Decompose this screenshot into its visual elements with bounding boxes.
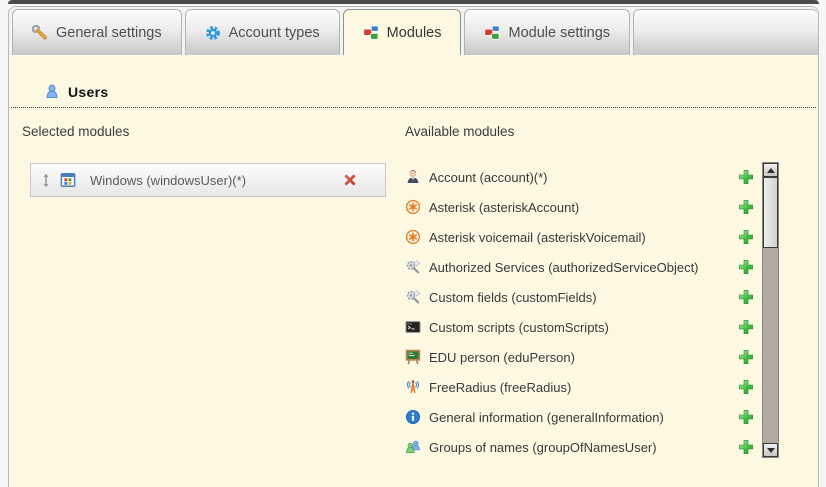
scrollbar-thumb[interactable]	[763, 177, 778, 248]
module-label: FreeRadius (freeRadius)	[429, 380, 738, 395]
blackboard-icon	[405, 349, 421, 365]
scrollbar-up-button[interactable]	[763, 163, 778, 177]
available-module-row: Groups of names (groupOfNamesUser)	[405, 432, 754, 462]
available-modules-list: Account (account)(*) Asterisk (asteriskA…	[405, 162, 754, 462]
available-module-row: Account (account)(*)	[405, 162, 754, 192]
section-divider	[11, 107, 816, 108]
scrollbar-down-button[interactable]	[763, 443, 778, 457]
tab-label: Modules	[387, 25, 442, 41]
sort-handle-icon[interactable]	[40, 173, 52, 188]
available-module-row: Asterisk voicemail (asteriskVoicemail)	[405, 222, 754, 252]
tab-general-settings[interactable]: General settings	[12, 9, 182, 55]
add-module-button[interactable]	[738, 169, 754, 185]
arrow-down-icon	[767, 448, 775, 453]
remove-module-button[interactable]	[342, 172, 358, 188]
module-label: Account (account)(*)	[429, 170, 738, 185]
terminal-icon	[405, 319, 421, 335]
selected-module-row: Windows (windowsUser)(*)	[30, 163, 386, 197]
tab-label: Module settings	[508, 25, 610, 41]
services-icon	[405, 259, 421, 275]
available-module-row: Custom fields (customFields)	[405, 282, 754, 312]
module-label: Groups of names (groupOfNamesUser)	[429, 440, 738, 455]
add-icon	[738, 229, 754, 245]
add-icon	[738, 169, 754, 185]
available-module-row: EDU person (eduPerson)	[405, 342, 754, 372]
gear-icon	[205, 25, 221, 41]
arrow-up-icon	[767, 168, 775, 173]
available-module-row: Custom scripts (customScripts)	[405, 312, 754, 342]
tab-label: General settings	[56, 25, 162, 41]
module-label: Custom scripts (customScripts)	[429, 320, 738, 335]
available-module-row: FreeRadius (freeRadius)	[405, 372, 754, 402]
section-title: Users	[68, 84, 108, 100]
group-icon	[405, 439, 421, 455]
asterisk-icon	[405, 229, 421, 245]
account-icon	[405, 169, 421, 185]
module-label: Authorized Services (authorizedServiceOb…	[429, 260, 738, 275]
antenna-icon	[405, 379, 421, 395]
available-modules-label: Available modules	[405, 124, 514, 139]
tab-account-types[interactable]: Account types	[185, 9, 340, 55]
module-label: Asterisk voicemail (asteriskVoicemail)	[429, 230, 738, 245]
add-icon	[738, 199, 754, 215]
section-header-users: Users	[44, 84, 108, 100]
tab-bar: General settings Account types Modules M…	[9, 7, 818, 55]
module-label: Asterisk (asteriskAccount)	[429, 200, 738, 215]
delete-icon	[342, 172, 358, 188]
user-icon	[44, 84, 60, 100]
add-icon	[738, 349, 754, 365]
module-label: EDU person (eduPerson)	[429, 350, 738, 365]
add-module-button[interactable]	[738, 229, 754, 245]
add-module-button[interactable]	[738, 259, 754, 275]
available-module-row: Asterisk (asteriskAccount)	[405, 192, 754, 222]
tab-modules[interactable]: Modules	[343, 9, 462, 55]
tab-bar-filler	[633, 9, 818, 55]
add-icon	[738, 439, 754, 455]
add-module-button[interactable]	[738, 379, 754, 395]
add-icon	[738, 319, 754, 335]
add-icon	[738, 259, 754, 275]
windows-icon	[60, 172, 76, 188]
add-module-button[interactable]	[738, 409, 754, 425]
tab-label: Account types	[229, 25, 320, 41]
add-icon	[738, 289, 754, 305]
scrollbar[interactable]	[762, 162, 779, 458]
available-module-row: General information (generalInformation)	[405, 402, 754, 432]
selected-modules-label: Selected modules	[22, 124, 129, 139]
module-label: Windows (windowsUser)(*)	[90, 173, 246, 188]
add-module-button[interactable]	[738, 289, 754, 305]
bricks-icon	[484, 25, 500, 41]
module-label: General information (generalInformation)	[429, 410, 738, 425]
tab-module-settings[interactable]: Module settings	[464, 9, 630, 55]
info-icon	[405, 409, 421, 425]
add-module-button[interactable]	[738, 349, 754, 365]
asterisk-icon	[405, 199, 421, 215]
add-icon	[738, 379, 754, 395]
wrench-icon	[32, 25, 48, 41]
add-icon	[738, 409, 754, 425]
settings-panel: General settings Account types Modules M…	[8, 6, 819, 487]
bricks-icon	[363, 25, 379, 41]
window-top-edge	[8, 0, 819, 4]
module-label: Custom fields (customFields)	[429, 290, 738, 305]
add-module-button[interactable]	[738, 319, 754, 335]
add-module-button[interactable]	[738, 439, 754, 455]
available-module-row: Authorized Services (authorizedServiceOb…	[405, 252, 754, 282]
services-icon	[405, 289, 421, 305]
add-module-button[interactable]	[738, 199, 754, 215]
